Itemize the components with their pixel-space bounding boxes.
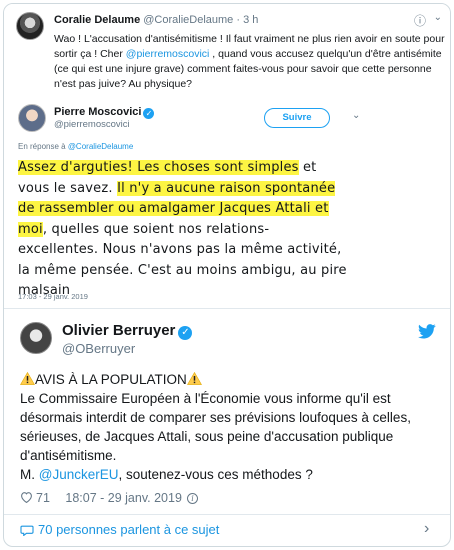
author-handle: @CoralieDelaume · 3 h (143, 14, 259, 26)
heart-icon (21, 492, 32, 503)
tweet-timestamp[interactable]: 18:07 - 29 janv. 2019 (65, 491, 182, 505)
tweet-last-line: M. @JunckerEU, soutenez-vous ces méthode… (20, 465, 440, 484)
twitter-bird-icon[interactable] (418, 324, 436, 339)
warning-icon (186, 372, 202, 385)
avatar (18, 104, 46, 132)
divider (4, 514, 450, 515)
tweet-text-part: , quelles que soient nos relations- exce… (18, 221, 347, 299)
quoted-screenshot: Coralie Delaume @CoralieDelaume · 3 h ⓘ … (4, 4, 450, 308)
moscovici-tweet: Pierre Moscovici ✓ @pierremoscovici Suivr… (12, 102, 444, 302)
tweet-text-part: , soutenez-vous ces méthodes ? (118, 467, 313, 482)
conversation-label: 70 personnes parlent à ce sujet (38, 522, 220, 537)
chevron-right-icon[interactable]: › (424, 520, 429, 538)
mention-link: @CoralieDelaume (67, 142, 134, 151)
verified-badge-icon: ✓ (143, 108, 155, 119)
tweet-embed: Coralie Delaume @CoralieDelaume · 3 h ⓘ … (3, 3, 451, 547)
like-button[interactable]: 71 (20, 491, 50, 505)
verified-badge-icon: ✓ (178, 326, 193, 340)
tweet-header: Coralie Delaume @CoralieDelaume · 3 h (54, 14, 258, 26)
warning-icon (20, 372, 35, 385)
author-name: Coralie Delaume (54, 14, 141, 26)
tweet-text: AVIS À LA POPULATION Le Commissaire Euro… (20, 370, 440, 484)
tweet-text: Wao ! L'accusation d'antisémitisme ! Il … (54, 32, 446, 92)
conversation-link[interactable]: 70 personnes parlent à ce sujet (20, 522, 219, 537)
tweet-text-part: M. (20, 467, 39, 482)
author-name-text[interactable]: Olivier Berruyer (62, 322, 175, 339)
author-handle: @pierremoscovici (54, 119, 130, 130)
in-reply-prefix: En réponse à (18, 142, 68, 151)
mention-link[interactable]: @JunckerEU (39, 467, 119, 482)
author-name[interactable]: Olivier Berruyer ✓ (62, 322, 193, 340)
coralie-reply-tweet: Coralie Delaume @CoralieDelaume · 3 h ⓘ … (12, 8, 446, 96)
chevron-down-icon: ⌄ (352, 110, 361, 121)
author-name-text: Pierre Moscovici (54, 106, 142, 118)
tweet-timestamp: 17:03 - 29 janv. 2019 (18, 292, 88, 301)
tweet-text: Assez d'arguties! Les choses sont simple… (18, 158, 348, 302)
avatar (16, 12, 44, 40)
speech-bubble-icon (20, 525, 34, 536)
like-count: 71 (36, 491, 50, 505)
mention-link: @pierremoscovici (125, 48, 210, 60)
chevron-down-icon: ⌄ (433, 12, 442, 23)
follow-button: Suivre (264, 108, 330, 128)
avatar[interactable] (20, 322, 52, 354)
highlighted-text: Assez d'arguties! Les choses sont simple… (18, 160, 299, 175)
author-name: Pierre Moscovici ✓ (54, 106, 155, 119)
tweet-paragraph: Le Commissaire Européen à l'Économie vou… (20, 391, 411, 463)
info-icon[interactable]: i (187, 493, 198, 504)
in-reply-to: En réponse à @CoralieDelaume (18, 142, 133, 151)
tweet-title-line: AVIS À LA POPULATION (20, 370, 440, 389)
tweet-meta: 71 18:07 - 29 janv. 2019 (20, 491, 182, 505)
author-handle[interactable]: @OBerruyer (62, 341, 135, 356)
tweet-title: AVIS À LA POPULATION (35, 372, 187, 387)
info-circle-icon: ⓘ (413, 14, 426, 28)
divider (4, 308, 450, 309)
